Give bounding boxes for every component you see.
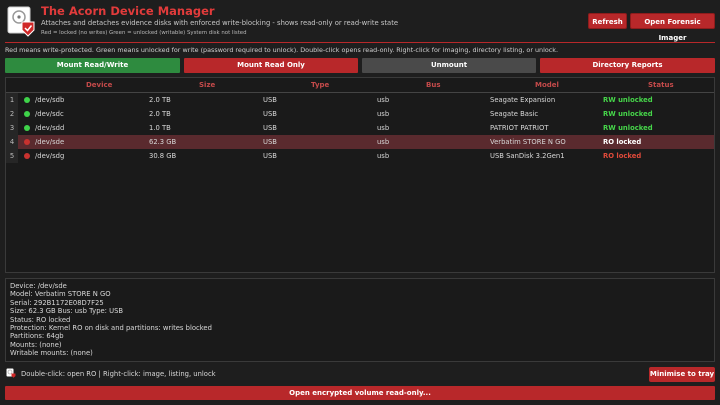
cell-size: 1.0 TB [149,124,171,132]
cell-type: USB [263,96,277,104]
header-divider [5,42,715,43]
detail-writable-mounts: Writable mounts: (none) [10,349,93,358]
footer-hint: Double-click: open RO | Right-click: ima… [21,370,216,378]
cell-bus: usb [377,138,390,146]
cell-device: /dev/sdc [35,110,64,118]
locked-status-dot-icon [24,139,30,145]
device-details-panel: Device: /dev/sde Model: Verbatim STORE N… [5,278,715,362]
cell-device: /dev/sdd [35,124,65,132]
cell-model: USB SanDisk 3.2Gen1 [490,152,565,160]
unlocked-status-dot-icon [24,125,30,131]
cell-device: /dev/sde [35,138,65,146]
info-text: Red means write-protected. Green means u… [5,46,559,54]
table-row[interactable]: 2 /dev/sdc 2.0 TB USB usb Seagate Basic … [6,107,714,121]
detail-device: Device: /dev/sde [10,282,67,290]
state-legend: Red = locked (no writes) Green = unlocke… [41,30,247,36]
cell-size: 30.8 GB [149,152,177,160]
refresh-button[interactable]: Refresh [588,13,627,29]
cell-size: 2.0 TB [149,110,171,118]
cell-status: RO locked [603,138,642,146]
cell-type: USB [263,138,277,146]
table-row-selected[interactable]: 4 /dev/sde 62.3 GB USB usb Verbatim STOR… [6,135,714,149]
row-number: 3 [6,121,18,135]
app-subtitle: Attaches and detaches evidence disks wit… [41,19,399,27]
cell-model: PATRIOT PATRIOT [490,124,549,132]
column-header-size[interactable]: Size [199,81,215,89]
row-number: 4 [6,135,18,149]
detail-status: Status: RO locked [10,315,71,324]
cell-status: RO locked [603,152,642,160]
unmount-button[interactable]: Unmount [362,58,536,73]
unlocked-status-dot-icon [24,111,30,117]
column-header-model[interactable]: Model [535,81,559,89]
cell-bus: usb [377,96,390,104]
column-header-type[interactable]: Type [311,81,329,89]
cell-model: Verbatim STORE N GO [490,138,566,146]
table-header: Device Size Type Bus Model Status [6,78,714,93]
cell-size: 62.3 GB [149,138,177,146]
cell-model: Seagate Basic [490,110,539,118]
table-row[interactable]: 5 /dev/sdg 30.8 GB USB usb USB SanDisk 3… [6,149,714,163]
disk-shield-small-icon [6,368,16,378]
cell-bus: usb [377,110,390,118]
unlocked-status-dot-icon [24,97,30,103]
detail-protection: Protection: Kernel RO on disk and partit… [10,324,212,333]
open-forensic-imager-button[interactable]: Open Forensic Imager [630,13,715,42]
cell-model: Seagate Expansion [490,96,556,104]
cell-device: /dev/sdg [35,152,65,160]
detail-size-bus-type: Size: 62.3 GB Bus: usb Type: USB [10,307,124,316]
cell-status: RW unlocked [603,96,653,104]
cell-bus: usb [377,152,390,160]
detail-mounts: Mounts: (none) [10,340,62,349]
cell-status: RW unlocked [603,110,653,118]
column-header-device[interactable]: Device [86,81,112,89]
mount-read-write-button[interactable]: Mount Read/Write [5,58,180,73]
detail-partitions: Partitions: 64gb [10,332,64,341]
mount-read-only-button[interactable]: Mount Read Only [184,58,358,73]
minimise-to-tray-button[interactable]: Minimise to tray [649,367,715,382]
cell-bus: usb [377,124,390,132]
open-encrypted-volume-button[interactable]: Open encrypted volume read-only... [5,386,715,400]
cell-type: USB [263,124,277,132]
detail-model: Model: Verbatim STORE N GO [10,290,111,299]
cell-status: RW unlocked [603,124,653,132]
cell-device: /dev/sdb [35,96,65,104]
cell-type: USB [263,152,277,160]
app-header: The Acorn Device Manager Attaches and de… [0,0,720,42]
table-row[interactable]: 3 /dev/sdd 1.0 TB USB usb PATRIOT PATRIO… [6,121,714,135]
device-table: Device Size Type Bus Model Status 1 /dev… [5,77,715,273]
disk-shield-logo-icon [7,6,35,37]
cell-type: USB [263,110,277,118]
row-number: 5 [6,149,18,163]
row-number: 2 [6,107,18,121]
column-header-status[interactable]: Status [648,81,674,89]
detail-serial: Serial: 292B1172E08D7F25 [10,298,104,307]
table-row[interactable]: 1 /dev/sdb 2.0 TB USB usb Seagate Expans… [6,93,714,107]
column-header-bus[interactable]: Bus [426,81,441,89]
locked-status-dot-icon [24,153,30,159]
directory-reports-button[interactable]: Directory Reports [540,58,715,73]
app-title: The Acorn Device Manager [41,4,215,18]
cell-size: 2.0 TB [149,96,171,104]
row-number: 1 [6,93,18,107]
